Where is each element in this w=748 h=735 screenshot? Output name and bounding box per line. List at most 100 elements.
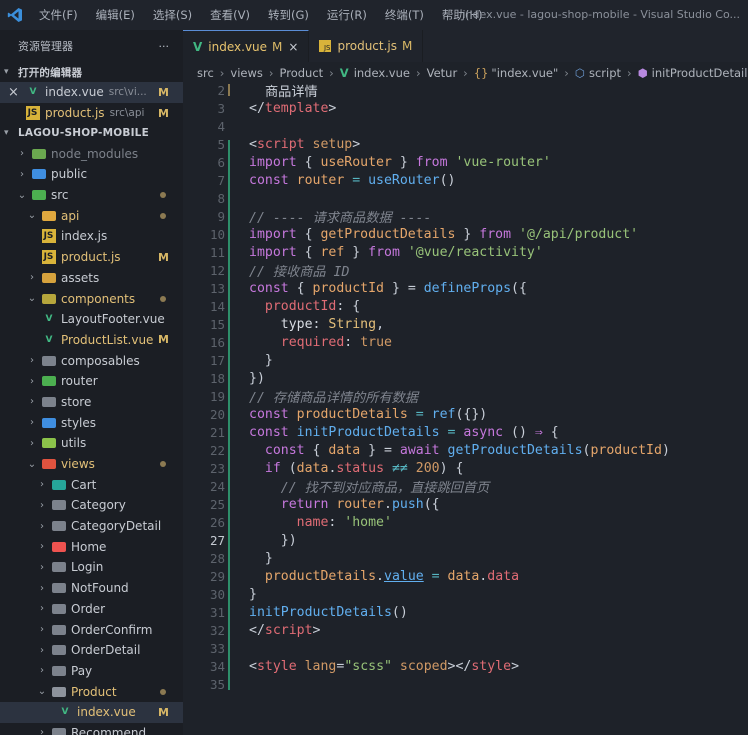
tree-item-category[interactable]: › Category xyxy=(0,495,183,516)
token: lang xyxy=(296,659,337,675)
chevron-right-icon: › xyxy=(40,665,44,677)
tree-item-product-index-vue[interactable]: V index.vue M xyxy=(0,701,183,723)
token: { xyxy=(288,281,313,297)
chevron-right-icon: › xyxy=(20,148,24,160)
breadcrumb-src[interactable]: src xyxy=(197,66,214,80)
chevron-right-icon: › xyxy=(40,644,44,656)
tree-item-home[interactable]: › Home xyxy=(0,536,183,557)
tree-item-orderdetail[interactable]: › OrderDetail xyxy=(0,640,183,661)
tree-item-notfound[interactable]: › NotFound xyxy=(0,578,183,599)
explorer-sidebar: 资源管理器 ··· ▾ 打开的编辑器 × V index.vue src\vi.… xyxy=(0,30,183,735)
chevron-down-icon: ⌄ xyxy=(27,458,37,470)
menu-edit[interactable]: 编辑(E) xyxy=(87,7,144,23)
tree-item-label: utils xyxy=(61,436,87,451)
tree-item-pay[interactable]: › Pay xyxy=(0,661,183,682)
token: < xyxy=(249,137,257,153)
chevron-right-icon: › xyxy=(30,272,34,284)
tree-item-node-modules[interactable]: › node_modules xyxy=(0,143,183,164)
folder-icon xyxy=(52,643,66,657)
line-number: 27 xyxy=(209,533,225,549)
token: () xyxy=(439,173,456,189)
code-line: 24 // 找不到对应商品，直接跳回首页 xyxy=(183,478,748,496)
code-editor[interactable]: 2 商品详情 3 </template> 4 5 <script setup> 6 im… xyxy=(183,84,748,735)
breadcrumb-vetur[interactable]: Vetur xyxy=(427,66,458,80)
breadcrumb-file[interactable]: index.vue xyxy=(354,66,410,80)
menu-run[interactable]: 运行(R) xyxy=(318,7,376,23)
code-comment: // 接收商品 ID xyxy=(249,265,350,281)
tab-product-js[interactable]: JS product.js M xyxy=(309,30,424,62)
tree-item-styles[interactable]: › styles xyxy=(0,412,183,433)
menu-selection[interactable]: 选择(S) xyxy=(144,7,201,23)
tree-item-order[interactable]: › Order xyxy=(0,599,183,620)
tab-index-vue[interactable]: V index.vue M × xyxy=(183,30,310,62)
breadcrumb-script[interactable]: script xyxy=(589,66,621,80)
modified-badge: M xyxy=(158,85,169,99)
tree-item-label: LayoutFooter.vue xyxy=(61,312,165,327)
breadcrumb-function[interactable]: initProductDetails xyxy=(652,66,748,80)
token: script xyxy=(264,623,313,639)
more-actions-icon[interactable]: ··· xyxy=(159,40,170,53)
tree-item-productlist[interactable]: V ProductList.vue M xyxy=(0,330,183,351)
modified-badge: M xyxy=(158,250,169,264)
tree-item-views[interactable]: ⌄ views xyxy=(0,454,183,475)
code-text: <style lang="scss" scoped></style> xyxy=(249,659,519,674)
token: type xyxy=(280,317,313,333)
code-line: 9 // ---- 请求商品数据 ---- xyxy=(183,208,748,226)
open-editors-section[interactable]: ▾ 打开的编辑器 xyxy=(0,62,183,82)
tree-item-orderconfirm[interactable]: › OrderConfirm xyxy=(0,619,183,640)
project-section[interactable]: ▾ LAGOU-SHOP-MOBILE xyxy=(0,123,183,143)
menu-file[interactable]: 文件(F) xyxy=(30,7,87,23)
tree-item-src[interactable]: ⌄ src xyxy=(0,185,183,206)
tree-item-components[interactable]: ⌄ components xyxy=(0,288,183,309)
tree-item-recommend[interactable]: › Recommend xyxy=(0,723,183,735)
token: status xyxy=(336,461,385,477)
token: = xyxy=(407,407,432,423)
open-editor-path: src\api xyxy=(109,107,145,120)
tree-item-product[interactable]: ⌄ Product xyxy=(0,681,183,702)
token: } xyxy=(391,155,416,171)
breadcrumb-object[interactable]: "index.vue" xyxy=(491,66,558,80)
menu-view[interactable]: 查看(V) xyxy=(201,7,259,23)
open-editor-label: index.vue xyxy=(45,85,104,100)
tree-item-product-js[interactable]: JS product.js M xyxy=(0,247,183,268)
folder-icon xyxy=(52,498,66,512)
breadcrumb-views[interactable]: views xyxy=(230,66,262,80)
tree-item-router[interactable]: › router xyxy=(0,371,183,392)
tree-item-utils[interactable]: › utils xyxy=(0,433,183,454)
tree-item-label: styles xyxy=(61,415,97,430)
tree-item-login[interactable]: › Login xyxy=(0,557,183,578)
code-line: 26 name: 'home' xyxy=(183,514,748,532)
token: ({ xyxy=(511,281,527,297)
folder-icon xyxy=(52,519,66,533)
menu-terminal[interactable]: 终端(T) xyxy=(376,7,433,23)
line-number: 5 xyxy=(217,137,225,153)
chevron-right-icon: › xyxy=(40,624,44,636)
tree-item-index-js[interactable]: JS index.js xyxy=(0,226,183,247)
tree-item-store[interactable]: › store xyxy=(0,392,183,413)
tree-item-label: Product xyxy=(71,684,117,699)
open-editor-index-vue[interactable]: × V index.vue src\vi... M xyxy=(0,82,183,103)
tree-item-label: Order xyxy=(71,601,106,616)
tree-item-public[interactable]: › public xyxy=(0,164,183,185)
vue-file-icon: V xyxy=(61,707,69,718)
tree-item-assets[interactable]: › assets xyxy=(0,268,183,289)
tree-item-composables[interactable]: › composables xyxy=(0,350,183,371)
breadcrumb-product[interactable]: Product xyxy=(280,66,324,80)
line-number: 13 xyxy=(209,281,225,297)
tree-item-categorydetail[interactable]: › CategoryDetail xyxy=(0,516,183,537)
tree-item-layoutfooter[interactable]: V LayoutFooter.vue xyxy=(0,309,183,330)
code-line: 16 required: true xyxy=(183,334,748,352)
vue-file-icon: V xyxy=(45,334,53,345)
open-editor-product-js[interactable]: JS product.js src\api M xyxy=(0,103,183,124)
modified-dot xyxy=(160,688,166,695)
menu-go[interactable]: 转到(G) xyxy=(259,7,318,23)
tree-item-cart[interactable]: › Cart xyxy=(0,474,183,495)
token: from xyxy=(479,227,512,243)
close-icon[interactable]: × xyxy=(8,85,22,100)
tree-item-label: Home xyxy=(71,539,107,554)
tree-item-label: OrderConfirm xyxy=(71,622,153,637)
close-icon[interactable]: × xyxy=(288,40,298,54)
tree-item-api[interactable]: ⌄ api xyxy=(0,205,183,226)
